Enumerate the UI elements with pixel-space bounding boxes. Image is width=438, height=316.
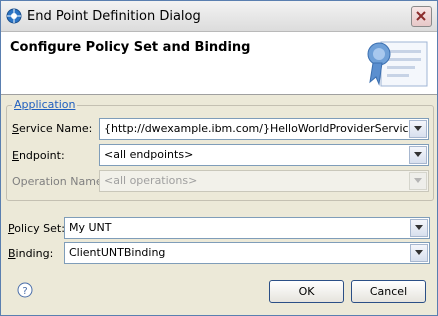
window-title: End Point Definition Dialog	[27, 9, 201, 24]
close-icon	[416, 11, 426, 21]
endpoint-combo[interactable]: <all endpoints>	[99, 144, 429, 166]
svg-text:?: ?	[22, 286, 27, 297]
service-name-combo[interactable]: {http://dwexample.ibm.com/}HelloWorldPro…	[99, 118, 429, 140]
chevron-down-icon	[414, 178, 422, 183]
banner: Configure Policy Set and Binding	[1, 32, 437, 95]
service-name-value: {http://dwexample.ibm.com/}HelloWorldPro…	[104, 122, 416, 135]
binding-label: Binding:	[8, 247, 54, 260]
operation-name-combo: <all operations>	[99, 170, 429, 192]
binding-dropdown-button[interactable]	[410, 244, 428, 262]
chevron-down-icon	[415, 250, 423, 255]
endpoint-value: <all endpoints>	[104, 148, 194, 161]
service-name-label: Service Name:	[12, 122, 93, 135]
ok-button[interactable]: OK	[269, 280, 344, 303]
close-button[interactable]	[411, 6, 432, 27]
certificate-icon	[367, 41, 428, 87]
policy-set-value: My UNT	[69, 221, 112, 234]
app-icon	[6, 8, 22, 24]
endpoint-dropdown-button[interactable]	[409, 146, 427, 164]
policy-set-combo[interactable]: My UNT	[64, 217, 430, 239]
endpoint-label: Endpoint:	[12, 149, 65, 162]
cancel-button[interactable]: Cancel	[351, 280, 426, 303]
dialog-window: End Point Definition Dialog Configure Po…	[0, 0, 438, 316]
operation-name-label: Operation Name:	[12, 175, 107, 188]
binding-value: ClientUNTBinding	[69, 246, 166, 259]
policy-set-dropdown-button[interactable]	[410, 219, 428, 237]
binding-combo[interactable]: ClientUNTBinding	[64, 242, 430, 264]
operation-name-value: <all operations>	[104, 174, 198, 187]
chevron-down-icon	[414, 126, 422, 131]
help-icon[interactable]: ?	[17, 282, 33, 298]
chevron-down-icon	[415, 225, 423, 230]
service-name-dropdown-button[interactable]	[409, 120, 427, 138]
application-group-label: Application	[12, 98, 78, 111]
banner-heading: Configure Policy Set and Binding	[10, 40, 251, 55]
operation-name-dropdown-button	[409, 172, 427, 190]
title-bar[interactable]: End Point Definition Dialog	[1, 1, 437, 32]
chevron-down-icon	[414, 152, 422, 157]
policy-set-label: Policy Set:	[8, 222, 65, 235]
